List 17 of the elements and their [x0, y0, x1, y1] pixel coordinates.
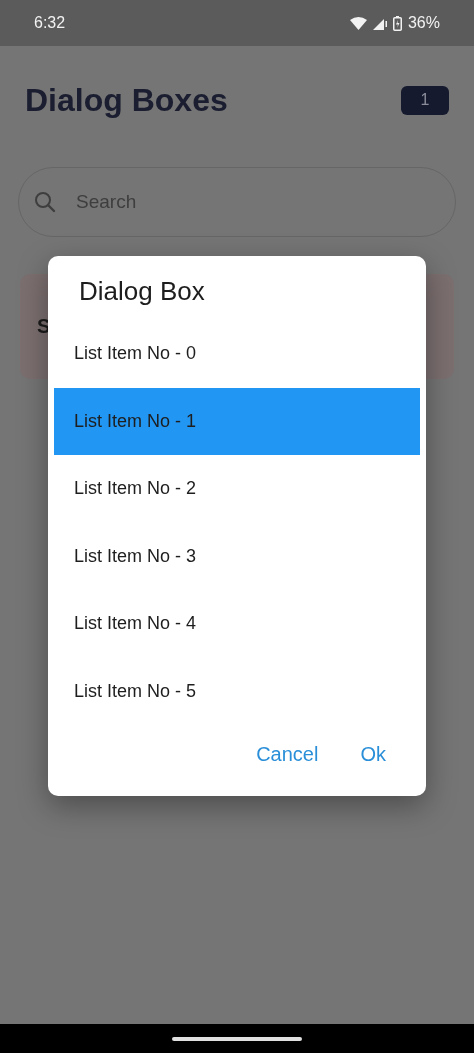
- list-item[interactable]: List Item No - 4: [54, 590, 420, 658]
- list-item[interactable]: List Item No - 1: [54, 387, 420, 455]
- page-title: Dialog Boxes: [25, 81, 228, 119]
- list-item[interactable]: List Item No - 3: [54, 522, 420, 590]
- list-item[interactable]: List Item No - 2: [54, 455, 420, 523]
- count-badge: 1: [401, 85, 449, 115]
- list-item[interactable]: List Item No - 5: [54, 657, 420, 725]
- dialog-title: Dialog Box: [78, 275, 206, 308]
- wifi-icon: [349, 16, 367, 30]
- list-item[interactable]: List Item No - 0: [54, 320, 420, 388]
- search-icon: [34, 191, 56, 213]
- search-field[interactable]: Search: [18, 167, 456, 237]
- cancel-button[interactable]: Cancel: [252, 737, 323, 772]
- home-handle[interactable]: [172, 1036, 302, 1041]
- battery-percent: 36%: [407, 14, 440, 32]
- status-time: 6:32: [34, 14, 66, 32]
- battery-icon: [392, 15, 402, 31]
